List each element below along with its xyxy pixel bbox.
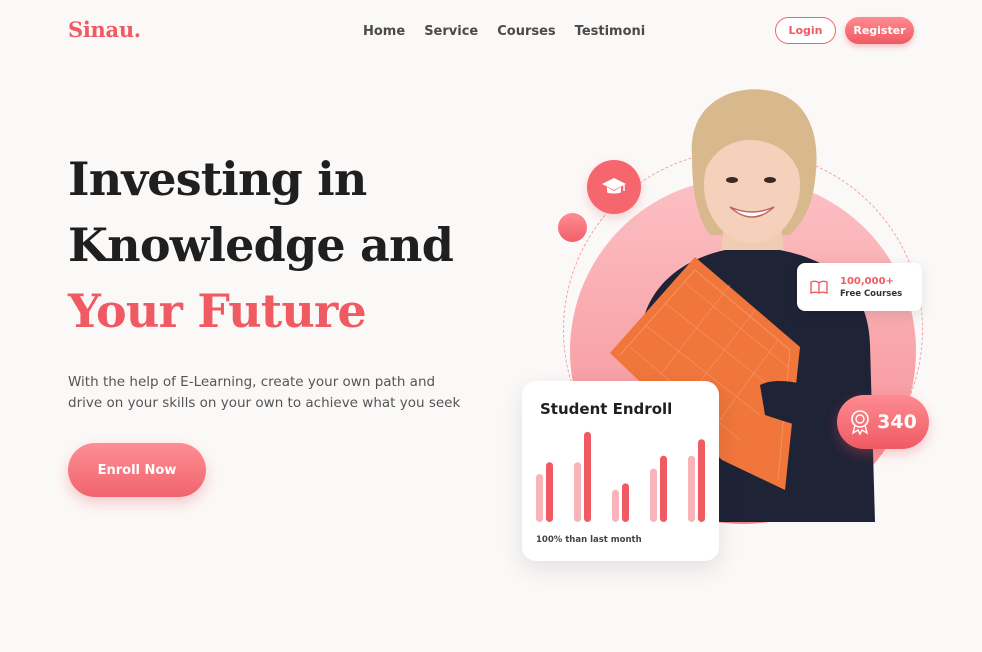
chart-bar	[650, 468, 657, 522]
nav-home[interactable]: Home	[363, 24, 405, 39]
chart-bar	[546, 462, 553, 522]
chart-bar	[622, 483, 629, 522]
chart-bar	[612, 489, 619, 522]
register-button[interactable]: Register	[845, 17, 914, 44]
chart-bar	[536, 474, 543, 522]
decorative-dot	[558, 213, 587, 242]
award-value: 340	[877, 411, 917, 433]
book-icon	[810, 280, 828, 294]
logo[interactable]: Sinau.	[68, 17, 141, 42]
graduation-cap-icon	[602, 178, 626, 194]
courses-label: Free Courses	[840, 288, 903, 299]
login-button[interactable]: Login	[775, 17, 836, 44]
graduation-badge	[587, 160, 641, 214]
enroll-now-button[interactable]: Enroll Now	[68, 443, 206, 497]
hero-line-2: Knowledge and	[68, 218, 454, 272]
award-icon	[851, 410, 869, 435]
courses-count: 100,000+	[840, 275, 894, 287]
chart-bar	[584, 431, 591, 522]
hero-description-line-1: With the help of E-Learning, create your…	[68, 374, 436, 390]
nav-service[interactable]: Service	[424, 24, 478, 39]
chart-bar	[688, 455, 695, 522]
hero-description-line-2: drive on your skills on your own to achi…	[68, 395, 461, 411]
chart-bar	[574, 462, 581, 522]
chart-bar	[698, 439, 705, 522]
student-enroll-card: Student Endroll 100% than last month	[522, 381, 719, 561]
enroll-bar-chart	[536, 431, 705, 522]
hero-line-3: Your Future	[68, 284, 367, 338]
hero-description: With the help of E-Learning, create your…	[68, 372, 488, 414]
chart-bar	[660, 455, 667, 522]
nav-courses[interactable]: Courses	[497, 24, 555, 39]
hero-line-1: Investing in	[68, 152, 367, 206]
hero-headline: Investing in Knowledge and Your Future	[68, 146, 454, 344]
award-badge: 340	[837, 395, 929, 449]
enroll-card-footer: 100% than last month	[536, 535, 642, 545]
free-courses-card: 100,000+ Free Courses	[797, 263, 922, 311]
main-nav: Home Service Courses Testimoni	[363, 24, 645, 39]
nav-testimoni[interactable]: Testimoni	[575, 24, 646, 39]
